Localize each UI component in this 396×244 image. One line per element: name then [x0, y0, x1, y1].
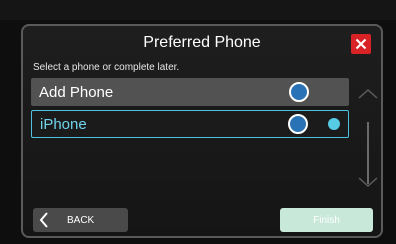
- scroll-down-chevron-icon[interactable]: [357, 176, 379, 188]
- scroll-up-chevron-icon[interactable]: [357, 88, 379, 100]
- scrollbar[interactable]: [367, 122, 369, 184]
- phone-list: Add Phone iPhone: [31, 78, 349, 142]
- radio-button-icon[interactable]: [289, 82, 309, 102]
- status-bar: [0, 0, 396, 20]
- close-x-icon: [355, 38, 367, 50]
- finish-button[interactable]: Finish: [280, 208, 373, 232]
- list-item-add-phone[interactable]: Add Phone: [31, 78, 349, 106]
- connected-status-icon: [328, 118, 340, 130]
- list-item-label: iPhone: [40, 115, 87, 133]
- infotainment-screen: Preferred Phone Select a phone or comple…: [0, 0, 396, 244]
- back-button[interactable]: BACK: [33, 208, 128, 232]
- radio-button-icon[interactable]: [288, 114, 308, 134]
- list-item-label: Add Phone: [39, 83, 114, 101]
- dialog-subtitle: Select a phone or complete later.: [33, 62, 180, 73]
- back-button-label: BACK: [67, 214, 95, 226]
- chevron-left-icon: [39, 212, 48, 228]
- preferred-phone-dialog: Preferred Phone Select a phone or comple…: [21, 24, 383, 238]
- close-button[interactable]: [351, 34, 371, 54]
- finish-button-label: Finish: [313, 214, 340, 226]
- list-item-iphone[interactable]: iPhone: [31, 110, 349, 138]
- dialog-title: Preferred Phone: [143, 34, 261, 51]
